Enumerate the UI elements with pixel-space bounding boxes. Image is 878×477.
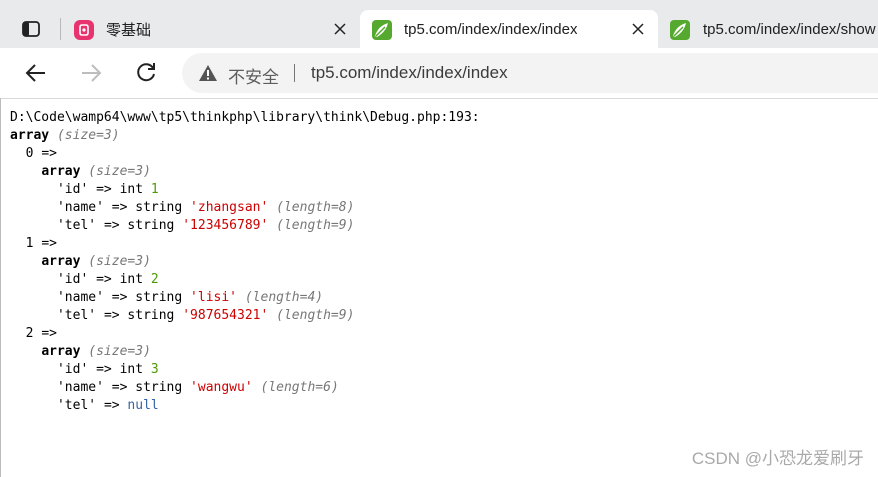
string-length: (length=9) xyxy=(276,308,355,323)
array-keyword: array xyxy=(41,344,81,359)
string-length: (length=4) xyxy=(244,290,324,305)
close-tab-icon[interactable] xyxy=(332,21,348,37)
tab-title: tp5.com/index/index/index xyxy=(404,20,578,38)
type-string: string xyxy=(127,218,175,233)
tab-title: 零基础 xyxy=(106,21,152,39)
key-id: 'id' xyxy=(56,272,89,287)
key-id: 'id' xyxy=(56,182,89,197)
string-length: (length=9) xyxy=(276,218,355,233)
arrow: => xyxy=(103,398,120,413)
arrow: => xyxy=(103,308,120,323)
int-value: 1 xyxy=(150,182,159,197)
url-text[interactable]: tp5.com/index/index/index xyxy=(311,63,508,83)
key-id: 'id' xyxy=(56,362,89,377)
key-name: 'name' xyxy=(56,200,104,215)
var-dump-output: D:\Code\wamp64\www\tp5\thinkphp\library\… xyxy=(10,109,480,415)
csdn-watermark: CSDN @小恐龙爱刷牙 xyxy=(691,449,864,468)
pink-app-icon xyxy=(74,20,94,40)
array-keyword: array xyxy=(41,254,81,269)
array-index: 1 xyxy=(25,236,34,251)
back-arrow-icon[interactable] xyxy=(23,60,49,86)
type-int: int xyxy=(119,362,144,377)
thinkphp-leaf-icon xyxy=(670,20,690,40)
int-value: 3 xyxy=(150,362,159,377)
arrow: => xyxy=(96,362,112,377)
tab-show[interactable]: tp5.com/index/index/show xyxy=(660,10,878,48)
browser-toolbar: 不安全 tp5.com/index/index/index xyxy=(0,48,878,99)
page-content: D:\Code\wamp64\www\tp5\thinkphp\library\… xyxy=(0,99,878,477)
close-tab-icon[interactable] xyxy=(630,21,646,37)
int-value: 2 xyxy=(150,272,159,287)
array-keyword: array xyxy=(10,128,50,143)
key-tel: 'tel' xyxy=(56,308,97,323)
string-value: 'zhangsan' xyxy=(190,200,269,215)
type-string: string xyxy=(127,308,175,323)
array-keyword: array xyxy=(41,164,81,179)
string-value: 'lisi' xyxy=(190,290,238,305)
arrow: => xyxy=(41,236,57,251)
reload-icon[interactable] xyxy=(133,60,159,86)
string-length: (length=8) xyxy=(276,200,355,215)
security-status-label[interactable]: 不安全 xyxy=(228,63,279,88)
array-size: (size=3) xyxy=(88,164,151,179)
tab-strip: 零基础 tp5.com/index/index/index tp5.com/in… xyxy=(0,0,878,48)
key-name: 'name' xyxy=(56,380,104,395)
arrow: => xyxy=(103,218,120,233)
tab-actions-menu-icon[interactable] xyxy=(19,17,43,41)
array-index: 2 xyxy=(25,326,34,341)
forward-arrow-icon[interactable] xyxy=(78,60,104,86)
string-length: (length=6) xyxy=(260,380,339,395)
string-value: 'wangwu' xyxy=(190,380,253,395)
string-value: '987654321' xyxy=(182,308,269,323)
arrow: => xyxy=(96,272,112,287)
arrow: => xyxy=(41,326,57,341)
arrow: => xyxy=(111,380,128,395)
key-tel: 'tel' xyxy=(56,398,97,413)
address-divider xyxy=(294,64,295,82)
arrow: => xyxy=(111,290,128,305)
null-value: null xyxy=(127,398,159,413)
tab-separator xyxy=(60,18,61,40)
arrow: => xyxy=(96,182,112,197)
thinkphp-leaf-icon xyxy=(372,20,392,40)
tab-zero-basics[interactable]: 零基础 xyxy=(62,10,358,48)
key-tel: 'tel' xyxy=(56,218,97,233)
string-value: '123456789' xyxy=(182,218,269,233)
type-string: string xyxy=(135,380,183,395)
key-name: 'name' xyxy=(56,290,104,305)
type-string: string xyxy=(135,200,183,215)
type-int: int xyxy=(119,182,144,197)
type-int: int xyxy=(119,272,144,287)
address-bar[interactable]: 不安全 tp5.com/index/index/index xyxy=(182,53,878,93)
tab-active-index[interactable]: tp5.com/index/index/index xyxy=(360,10,658,48)
array-size: (size=3) xyxy=(56,128,120,143)
array-size: (size=3) xyxy=(88,254,151,269)
type-string: string xyxy=(135,290,183,305)
arrow: => xyxy=(111,200,128,215)
debug-file-path: D:\Code\wamp64\www\tp5\thinkphp\library\… xyxy=(10,110,480,125)
array-size: (size=3) xyxy=(88,344,151,359)
arrow: => xyxy=(41,146,57,161)
tab-title: tp5.com/index/index/show xyxy=(703,20,876,38)
array-index: 0 xyxy=(25,146,34,161)
warning-icon[interactable] xyxy=(198,64,218,87)
